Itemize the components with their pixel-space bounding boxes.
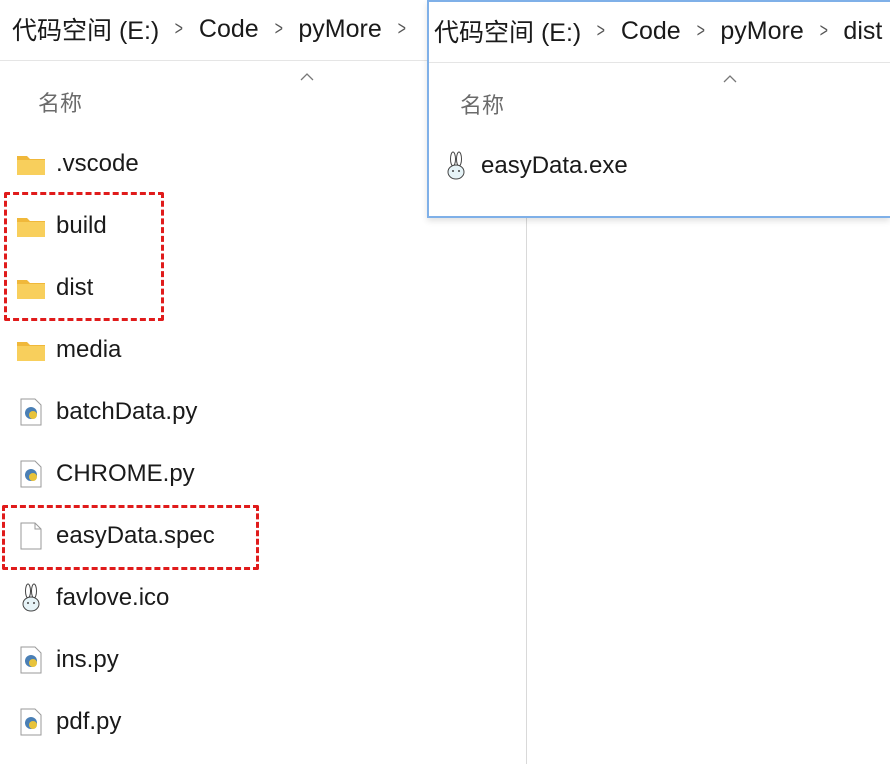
item-label: pdf.py xyxy=(56,708,122,735)
breadcrumb-drive[interactable]: 代码空间 (E:) xyxy=(434,13,581,49)
breadcrumb-drive[interactable]: 代码空间 (E:) xyxy=(12,11,159,47)
python-file-icon xyxy=(16,397,46,427)
right-explorer-window: 代码空间 (E:) > Code > pyMore > dist 名称 easy… xyxy=(427,0,890,218)
list-item[interactable]: easyData.exe xyxy=(425,140,886,192)
item-label: batchData.py xyxy=(56,398,198,425)
column-header-name[interactable]: 名称 xyxy=(460,88,504,120)
chevron-right-icon[interactable]: > xyxy=(274,18,282,41)
item-label: CHROME.py xyxy=(56,460,195,487)
chevron-right-icon[interactable]: > xyxy=(397,18,405,41)
breadcrumb-pymore[interactable]: pyMore xyxy=(298,15,381,44)
python-file-icon xyxy=(16,459,46,489)
chevron-right-icon[interactable]: > xyxy=(819,20,827,43)
folder-icon xyxy=(16,335,46,365)
list-item[interactable]: favlove.ico xyxy=(0,572,526,624)
list-item[interactable]: ins.py xyxy=(0,634,526,686)
chevron-right-icon[interactable]: > xyxy=(597,20,605,43)
list-item[interactable]: pdf.py xyxy=(0,696,526,748)
folder-icon xyxy=(16,149,46,179)
highlight-box-build-dist xyxy=(4,192,164,321)
sort-ascending-icon[interactable] xyxy=(723,74,737,84)
breadcrumb-divider xyxy=(429,62,890,63)
chevron-right-icon[interactable]: > xyxy=(175,18,183,41)
chevron-right-icon[interactable]: > xyxy=(696,20,704,43)
bunny-icon xyxy=(16,583,46,613)
item-label: easyData.exe xyxy=(481,152,628,179)
breadcrumb: 代码空间 (E:) > Code > pyMore > dist xyxy=(434,2,890,60)
breadcrumb-pymore[interactable]: pyMore xyxy=(720,17,803,46)
list-item[interactable]: batchData.py xyxy=(0,386,526,438)
highlight-box-spec xyxy=(2,505,259,570)
column-header-name[interactable]: 名称 xyxy=(38,86,82,118)
bunny-icon xyxy=(441,151,471,181)
python-file-icon xyxy=(16,645,46,675)
breadcrumb-code[interactable]: Code xyxy=(199,15,259,44)
item-label: favlove.ico xyxy=(56,584,170,611)
python-file-icon xyxy=(16,707,46,737)
sort-ascending-icon[interactable] xyxy=(300,72,314,82)
item-label: ins.py xyxy=(56,646,119,673)
breadcrumb-dist[interactable]: dist xyxy=(843,17,882,46)
breadcrumb-code[interactable]: Code xyxy=(621,17,681,46)
list-item[interactable]: CHROME.py xyxy=(0,448,526,500)
item-label: media xyxy=(56,336,122,363)
item-label: .vscode xyxy=(56,150,139,177)
list-item[interactable]: media xyxy=(0,324,526,376)
